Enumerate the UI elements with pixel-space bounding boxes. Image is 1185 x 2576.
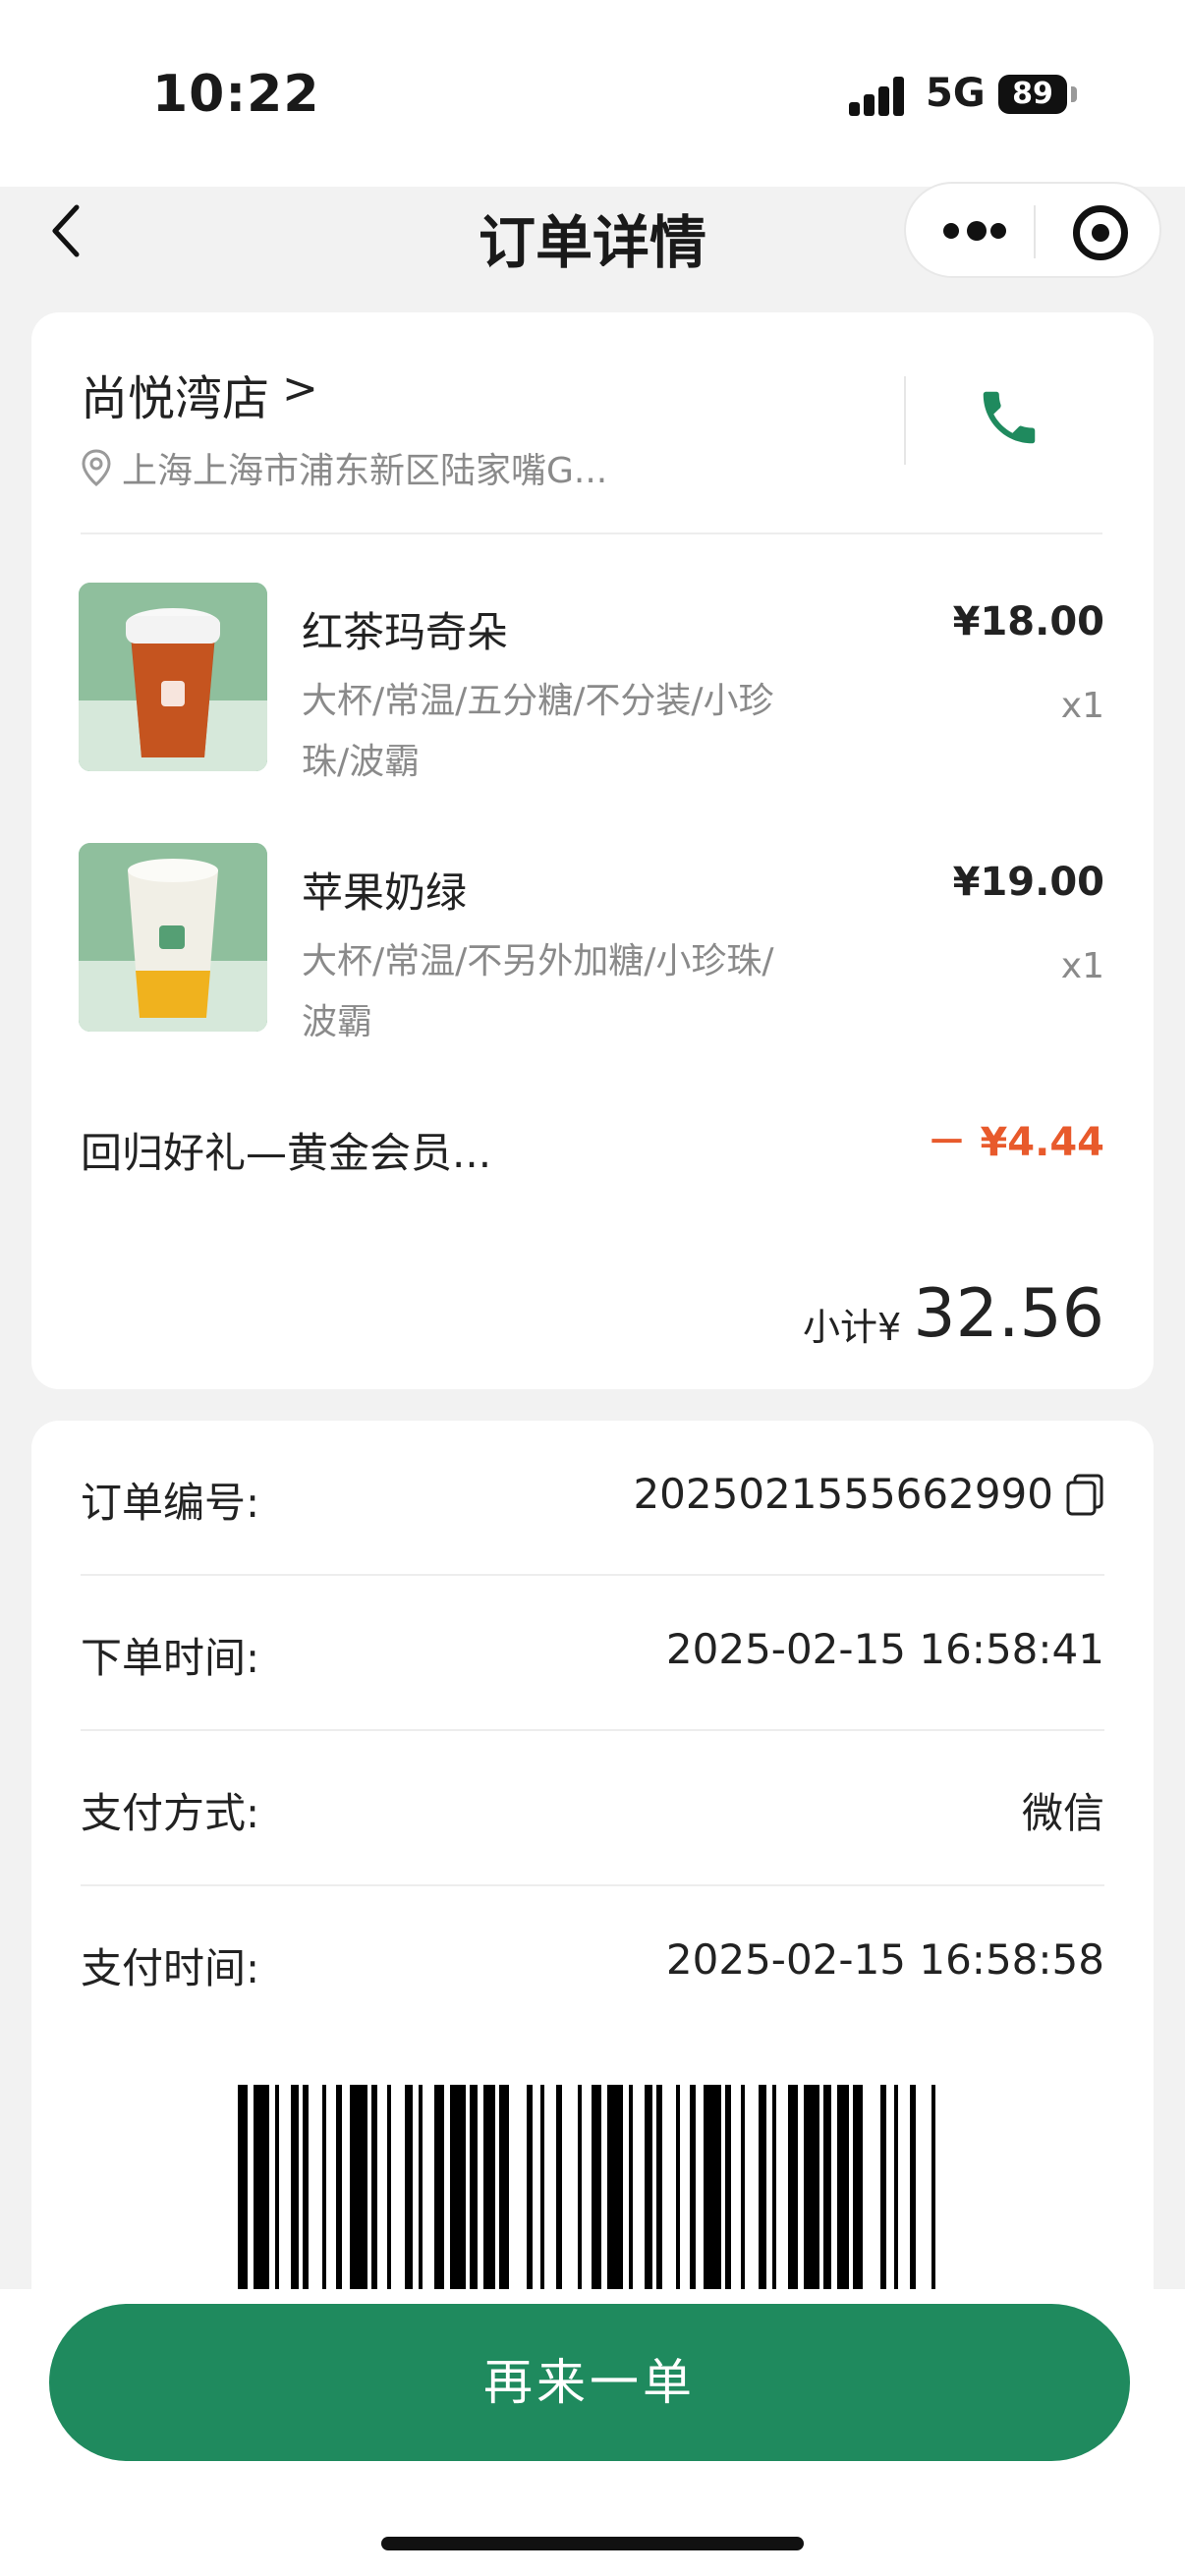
product-image-apple-milk-green-tea [79,843,267,1032]
info-value: 2025-02-15 16:58:41 [665,1625,1104,1673]
subtotal-value: 32.56 [913,1275,1104,1353]
item-quantity: x1 [1060,686,1104,726]
info-label: 下单时间: [81,1634,260,1682]
info-label: 支付时间: [81,1944,260,1992]
order-number-row: 订单编号: 2025021555662990 [81,1421,1104,1576]
cellular-signal-icon [849,77,908,116]
network-type: 5G [926,71,986,116]
promotion-discount: － ¥4.44 [927,1120,1104,1165]
order-number-value: 2025021555662990 [633,1470,1053,1518]
chevron-right-icon[interactable]: > [282,364,318,414]
status-bar: 10:22 5G 89 [0,0,1185,187]
close-target-icon[interactable] [1073,205,1128,260]
bottom-action-bar: 再来一单 [0,2289,1185,2576]
item-price: ¥19.00 [952,860,1104,905]
store-name[interactable]: 尚悦湾店 [81,360,269,428]
item-name: 苹果奶绿 [302,868,468,917]
order-card: 尚悦湾店 > 上海上海市浦东新区陆家嘴G... 红茶玛奇朵 大杯/常温/五分糖/… [31,312,1154,1389]
home-indicator [381,2537,804,2550]
payment-time-row: 支付时间: 2025-02-15 16:58:58 [81,1886,1104,2042]
battery-icon: 89 [998,75,1067,114]
order-time-row: 下单时间: 2025-02-15 16:58:41 [81,1576,1104,1731]
product-image-black-tea-macchiato [79,583,267,771]
item-options: 大杯/常温/五分糖/不分装/小珍珠/波霸 [302,681,774,782]
item-options: 大杯/常温/不另外加糖/小珍珠/波霸 [302,941,774,1042]
item-name: 红茶玛奇朵 [302,608,509,656]
info-label: 订单编号: [81,1479,260,1527]
copy-icon[interactable] [1065,1474,1104,1517]
section-divider [81,532,1102,534]
info-value: 2025-02-15 16:58:58 [665,1935,1104,1984]
capsule-divider [1034,205,1036,258]
store-address: 上海上海市浦东新区陆家嘴G... [122,451,608,491]
info-value: 微信 [1021,1789,1104,1837]
mini-program-capsule [904,182,1161,278]
location-pin-icon [82,449,111,486]
reorder-button[interactable]: 再来一单 [49,2304,1130,2461]
order-info-card: 订单编号: 2025021555662990 下单时间: 2025-02-15 … [31,1421,1154,2403]
info-label: 支付方式: [81,1789,260,1837]
more-dots-icon[interactable] [943,219,1006,245]
item-price: ¥18.00 [952,599,1104,644]
status-time: 10:22 [152,65,320,124]
store-divider [904,376,906,465]
promotion-label: 回归好礼—黄金会员... [81,1129,492,1177]
payment-method-row: 支付方式: 微信 [81,1731,1104,1886]
item-quantity: x1 [1060,946,1104,986]
phone-icon[interactable] [975,383,1044,452]
battery-tip [1071,86,1077,102]
subtotal-label: 小计¥ [803,1306,902,1349]
